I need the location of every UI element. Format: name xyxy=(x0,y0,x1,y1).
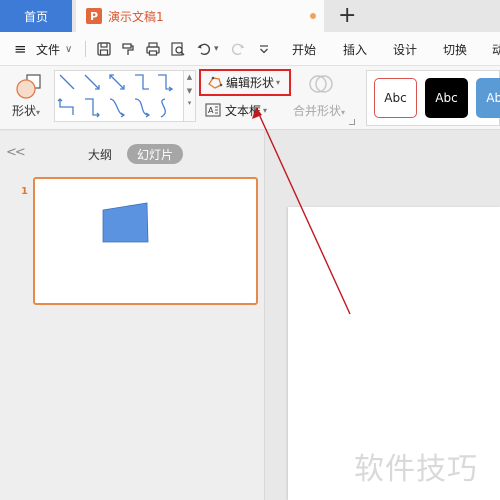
shape-style-gallery: Abc Abc Abc xyxy=(366,70,500,126)
merge-shapes-icon xyxy=(309,75,333,93)
textbox-icon: A xyxy=(205,103,221,117)
style-swatch-blue[interactable]: Abc xyxy=(476,78,500,118)
tab-slides[interactable]: 幻灯片 xyxy=(127,144,183,164)
menu-item-start[interactable]: 开始 xyxy=(292,32,316,66)
menu-item-insert[interactable]: 插入 xyxy=(343,32,367,66)
print-icon[interactable] xyxy=(145,41,161,57)
line-shapes-icon xyxy=(57,74,174,118)
format-painter-icon[interactable] xyxy=(120,41,136,57)
shapes-icon xyxy=(16,74,41,99)
tab-home[interactable]: 首页 xyxy=(0,0,72,32)
unsaved-dot-icon xyxy=(310,13,316,19)
scroll-up-icon[interactable]: ▲ xyxy=(184,71,195,83)
undo-dropdown-icon[interactable]: ▾ xyxy=(214,32,219,66)
edit-shape-caret-icon: ▾ xyxy=(276,78,281,87)
document-title: 演示文稿1 xyxy=(108,9,164,24)
gallery-expand-icon[interactable]: ▾ xyxy=(184,97,195,109)
gallery-scrollbar[interactable]: ▲ ▼ ▾ xyxy=(184,70,196,122)
svg-text:A: A xyxy=(208,106,214,115)
edit-shape-icon xyxy=(208,76,223,89)
line-shape-gallery[interactable] xyxy=(54,70,184,122)
divider xyxy=(85,41,86,57)
textbox-button[interactable]: A 文本框 ▾ xyxy=(205,100,267,120)
watermark-text: 软件技巧 xyxy=(354,452,478,487)
textbox-label: 文本框 xyxy=(225,103,262,118)
shape-caret-icon: ▾ xyxy=(36,108,41,117)
ribbon-group-launcher-icon[interactable] xyxy=(349,119,355,125)
print-preview-icon[interactable] xyxy=(170,41,186,57)
shape-label-text: 形状 xyxy=(12,104,37,118)
file-menu[interactable]: 文件 xyxy=(36,32,60,66)
merge-caret-icon: ▾ xyxy=(341,108,346,117)
style-swatch-white[interactable]: Abc xyxy=(374,78,417,118)
menu-bar: ≡ 文件 ∨ ▾ 开始 插入 设计 切换 动 xyxy=(0,32,500,66)
menu-item-animation[interactable]: 动 xyxy=(492,32,500,66)
menu-item-transition[interactable]: 切换 xyxy=(443,32,467,66)
tab-outline[interactable]: 大纲 xyxy=(88,146,112,163)
tab-document[interactable]: P 演示文稿1 xyxy=(76,0,324,32)
merge-label-text: 合并形状 xyxy=(293,104,342,118)
style-swatch-black[interactable]: Abc xyxy=(425,78,468,118)
undo-icon[interactable] xyxy=(196,41,212,57)
slide-thumbnail[interactable] xyxy=(33,177,258,305)
ribbon: 形状▾ ▲ ▼ ▾ 编辑形状 ▾ A 文本框 ▾ 合并形状▾ Abc Abc A… xyxy=(0,66,500,130)
slide-number: 1 xyxy=(21,186,28,197)
textbox-caret-icon: ▾ xyxy=(263,105,268,115)
save-icon[interactable] xyxy=(96,41,112,57)
scroll-down-icon[interactable]: ▼ xyxy=(184,85,195,97)
hamburger-menu-icon[interactable]: ≡ xyxy=(14,32,27,66)
edit-shape-label: 编辑形状 xyxy=(226,76,275,90)
merge-shapes-label[interactable]: 合并形状▾ xyxy=(293,102,345,119)
slide-panel: << 大纲 幻灯片 1 xyxy=(0,131,265,500)
chevron-down-icon[interactable]: ∨ xyxy=(65,32,72,66)
redo-icon[interactable] xyxy=(230,41,246,57)
presentation-file-icon: P xyxy=(86,8,102,24)
thumbnail-shape xyxy=(102,202,149,243)
collapse-panel-icon[interactable]: << xyxy=(6,145,26,160)
menu-item-design[interactable]: 设计 xyxy=(393,32,417,66)
edit-shape-button[interactable]: 编辑形状 ▾ xyxy=(199,69,291,96)
customize-toolbar-icon[interactable] xyxy=(256,41,272,57)
shape-label[interactable]: 形状▾ xyxy=(12,102,40,119)
new-tab-button[interactable]: + xyxy=(338,2,356,30)
tab-bar: 首页 P 演示文稿1 + xyxy=(0,0,500,32)
